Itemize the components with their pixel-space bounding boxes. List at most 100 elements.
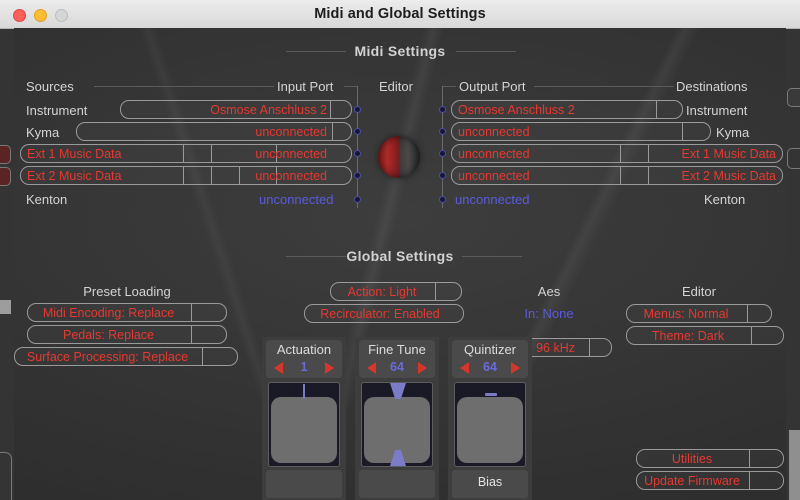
column-header-editor: Editor (379, 79, 413, 94)
source-label-instrument: Instrument (26, 103, 88, 118)
module-actuation-header: Actuation 1 (266, 340, 342, 378)
input-port-kenton-label: unconnected (259, 192, 334, 207)
output-port-header-rule (534, 86, 674, 87)
input-patch-dot-5[interactable] (354, 196, 361, 203)
module-fine-tune: Fine Tune 64 (355, 337, 439, 500)
module-quintizer-title: Quintizer (463, 342, 517, 357)
editor-menus-divider (747, 305, 748, 322)
module-quintizer-marker (485, 393, 497, 396)
column-header-destinations: Destinations (676, 79, 748, 94)
background-window-peek-left-2 (0, 167, 11, 186)
background-window-peek-right (787, 88, 800, 107)
module-fine-tune-footer (359, 470, 435, 498)
preset-loading-pedals[interactable]: Pedals: Replace (27, 325, 227, 344)
module-actuation: Actuation 1 (262, 337, 346, 500)
source-label-kyma: Kyma (26, 125, 60, 140)
input-patch-dot-3[interactable] (354, 150, 361, 157)
background-window-left-strip (0, 0, 14, 500)
destination-ext2-music-data[interactable]: unconnected Ext 2 Music Data (451, 166, 783, 185)
module-fine-tune-increment-arrow[interactable] (418, 362, 427, 374)
output-bus-line (442, 86, 443, 208)
background-window-peek-right-3 (789, 430, 800, 500)
input-port-ext2-label: unconnected (255, 168, 327, 183)
output-patch-dot-2[interactable] (439, 128, 446, 135)
action-control[interactable]: Action: Light (330, 282, 462, 301)
input-bus-line (357, 86, 358, 208)
global-settings-rule-right (462, 256, 522, 257)
input-patch-dot-1[interactable] (354, 106, 361, 113)
pedals-divider (191, 326, 192, 343)
preset-loading-pedals-label: Pedals: Replace (62, 327, 155, 342)
preset-loading-midi-encoding-label: Midi Encoding: Replace (42, 305, 175, 320)
module-quintizer-increment-arrow[interactable] (511, 362, 520, 374)
destination-ext2-label: Ext 2 Music Data (681, 168, 776, 183)
input-port-ext1-label: unconnected (255, 146, 327, 161)
minimize-button[interactable] (34, 9, 47, 22)
settings-panel: Midi Settings Sources Input Port Editor … (14, 28, 786, 500)
preset-loading-surface-processing[interactable]: Surface Processing: Replace (14, 347, 238, 366)
output-port-kyma[interactable]: unconnected (451, 122, 711, 141)
output-port-instrument[interactable]: Osmose Anschluss 2 (451, 100, 683, 119)
preset-loading-surface-processing-label: Surface Processing: Replace (26, 349, 189, 364)
output-port-instrument-label: Osmose Anschluss 2 (458, 102, 575, 117)
action-divider (435, 283, 436, 300)
window-title-bar: Midi and Global Settings (0, 0, 800, 29)
input-port-kyma[interactable]: unconnected (76, 122, 352, 141)
output-port-kenton-label: unconnected (455, 192, 530, 207)
module-quintizer-track[interactable] (454, 382, 526, 467)
traffic-light-group (13, 9, 68, 22)
midi-encoding-divider (191, 304, 192, 321)
input-port-instrument[interactable]: Osmose Anschluss 2 (120, 100, 352, 119)
recirculator-label: Recirculator: Enabled (320, 306, 440, 321)
column-header-sources: Sources (26, 79, 74, 94)
source-ext2-music-data[interactable]: Ext 2 Music Data unconnected (20, 166, 352, 185)
background-window-peek-right-2 (787, 148, 800, 169)
destination-ext1-music-data[interactable]: unconnected Ext 1 Music Data (451, 144, 783, 163)
module-actuation-marker (303, 384, 305, 399)
output-patch-dot-5[interactable] (439, 196, 446, 203)
action-label: Action: Light (347, 284, 417, 299)
window-title: Midi and Global Settings (314, 6, 486, 22)
close-button[interactable] (13, 9, 26, 22)
destination-ext1-label: Ext 1 Music Data (681, 146, 776, 161)
update-firmware-button[interactable]: Update Firmware (636, 471, 784, 490)
output-port-header-rule-left (442, 86, 456, 87)
module-actuation-knob[interactable] (271, 397, 337, 463)
destination-label-kenton: Kenton (704, 192, 746, 207)
background-window-peek-left-3 (0, 300, 11, 314)
update-firmware-button-label: Update Firmware (644, 473, 740, 488)
destination-label-instrument: Instrument (686, 103, 748, 118)
utilities-button-label: Utilities (671, 451, 713, 466)
module-actuation-increment-arrow[interactable] (325, 362, 334, 374)
module-fine-tune-header: Fine Tune 64 (359, 340, 435, 378)
module-fine-tune-track[interactable] (361, 382, 433, 467)
zoom-button (55, 9, 68, 22)
input-patch-dot-4[interactable] (354, 172, 361, 179)
update-firmware-divider (749, 472, 750, 489)
editor-theme-control[interactable]: Theme: Dark (626, 326, 784, 345)
editor-menus-control[interactable]: Menus: Normal (626, 304, 772, 323)
source-label-kenton: Kenton (26, 192, 68, 207)
module-quintizer-knob[interactable] (457, 397, 523, 463)
column-header-output-port: Output Port (459, 79, 526, 94)
module-actuation-track[interactable] (268, 382, 340, 467)
output-patch-dot-3[interactable] (439, 150, 446, 157)
surface-processing-divider (202, 348, 203, 365)
preset-loading-midi-encoding[interactable]: Midi Encoding: Replace (27, 303, 227, 322)
aes-in-label: In: None (524, 306, 574, 321)
output-patch-dot-4[interactable] (439, 172, 446, 179)
midi-settings-heading: Midi Settings (354, 43, 446, 59)
module-fine-tune-title: Fine Tune (368, 342, 426, 357)
aes-title: Aes (537, 284, 561, 299)
input-patch-dot-2[interactable] (354, 128, 361, 135)
module-quintizer: Quintizer 64 Bias (448, 337, 532, 500)
background-window-peek-left-4 (0, 452, 12, 500)
recirculator-control[interactable]: Recirculator: Enabled (304, 304, 464, 323)
source-ext1-music-data[interactable]: Ext 1 Music Data unconnected (20, 144, 352, 163)
column-header-input-port: Input Port (277, 79, 334, 94)
output-patch-dot-1[interactable] (439, 106, 446, 113)
module-quintizer-footer: Bias (452, 470, 528, 498)
utilities-button[interactable]: Utilities (636, 449, 784, 468)
module-quintizer-header: Quintizer 64 (452, 340, 528, 378)
editor-sphere-indicator[interactable] (378, 136, 420, 178)
